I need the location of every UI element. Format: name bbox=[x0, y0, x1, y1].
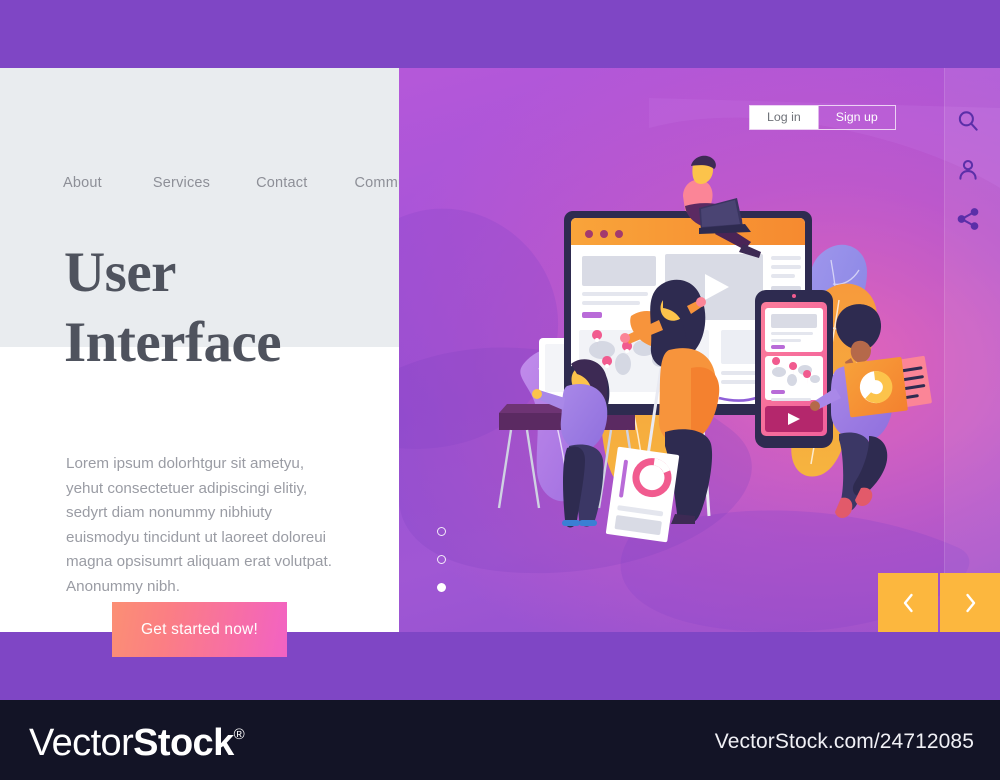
document-card bbox=[605, 446, 680, 543]
chevron-right-icon bbox=[965, 593, 975, 612]
main-navigation: About Services Contact Community bbox=[63, 175, 430, 191]
signup-button[interactable]: Sign up bbox=[817, 106, 895, 129]
carousel-arrows bbox=[878, 573, 1000, 632]
carousel-dot-1[interactable] bbox=[437, 527, 446, 536]
nav-item-contact[interactable]: Contact bbox=[256, 175, 307, 191]
search-icon[interactable] bbox=[955, 108, 981, 134]
hero-illustration-panel: Log in Sign up bbox=[399, 68, 1000, 632]
registered-trademark-icon: ® bbox=[233, 726, 245, 743]
share-icon[interactable] bbox=[955, 206, 981, 232]
carousel-dots bbox=[437, 527, 446, 592]
get-started-button[interactable]: Get started now! bbox=[112, 602, 287, 657]
ui-design-illustration bbox=[399, 98, 1000, 632]
carousel-prev-button[interactable] bbox=[878, 573, 938, 632]
carousel-next-button[interactable] bbox=[940, 573, 1000, 632]
phone-mockup bbox=[755, 290, 833, 448]
vectorstock-url: VectorStock.com/24712085 bbox=[714, 730, 974, 753]
document-donut-chart bbox=[632, 458, 672, 498]
logo-word-vector: Vector bbox=[29, 722, 134, 764]
carousel-dot-2[interactable] bbox=[437, 555, 446, 564]
page-root: About Services Contact Community User In… bbox=[0, 0, 1000, 780]
page-title: User Interface bbox=[64, 238, 394, 378]
vectorstock-logo: VectorStock® bbox=[29, 722, 245, 765]
auth-button-group: Log in Sign up bbox=[749, 105, 896, 130]
chevron-left-icon bbox=[903, 593, 913, 612]
nav-item-services[interactable]: Services bbox=[153, 175, 210, 191]
login-button[interactable]: Log in bbox=[750, 106, 818, 129]
left-content-panel: About Services Contact Community User In… bbox=[0, 68, 429, 657]
right-icon-rail bbox=[955, 108, 981, 232]
body-paragraph: Lorem ipsum dolorhtgur sit ametyu, yehut… bbox=[66, 455, 332, 595]
nav-item-about[interactable]: About bbox=[63, 175, 102, 191]
top-purple-band bbox=[0, 0, 1000, 68]
page-title-line-1: User bbox=[64, 241, 176, 304]
watermark-footer: VectorStock® VectorStock.com/24712085 bbox=[0, 700, 1000, 780]
logo-word-stock: Stock bbox=[133, 722, 234, 764]
user-icon[interactable] bbox=[955, 157, 981, 183]
carousel-dot-3-active[interactable] bbox=[437, 583, 446, 592]
page-title-line-2: Interface bbox=[64, 311, 282, 374]
browser-traffic-lights bbox=[585, 230, 623, 238]
chart-card bbox=[844, 357, 908, 418]
